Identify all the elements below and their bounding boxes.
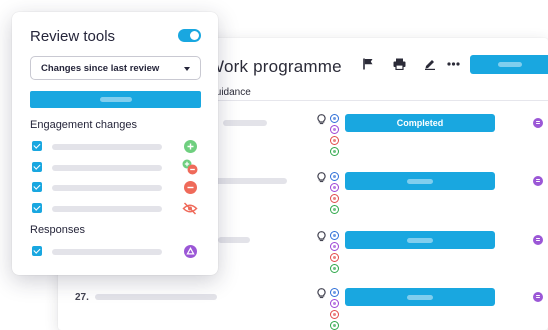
engagement-icons: [330, 231, 340, 275]
select-value: Changes since last review: [41, 63, 160, 74]
preparer-icon[interactable]: [330, 114, 339, 123]
reviewer-icon[interactable]: [330, 125, 339, 134]
section-heading-engagement: Engagement changes: [30, 119, 138, 131]
filter-checkbox[interactable]: [32, 203, 42, 213]
button-label-placeholder: [498, 62, 522, 67]
chevron-down-icon: [184, 67, 190, 71]
preparer-icon[interactable]: [330, 231, 339, 240]
note-icon[interactable]: [533, 176, 543, 186]
row-text-placeholder: [223, 120, 267, 126]
note-icon[interactable]: [533, 118, 543, 128]
review-filter-select[interactable]: Changes since last review: [30, 56, 201, 80]
query-icon[interactable]: [330, 310, 339, 319]
filter-label-placeholder: [52, 185, 162, 191]
filter-item: [30, 245, 201, 259]
add-remove-icon: [181, 158, 199, 176]
filter-checkbox[interactable]: [32, 246, 42, 256]
button-label-placeholder: [100, 97, 132, 102]
review-tools-panel: Review tools Changes since last review E…: [12, 12, 218, 275]
filter-checkbox[interactable]: [32, 162, 42, 172]
status-button[interactable]: [345, 231, 495, 249]
query-icon[interactable]: [330, 253, 339, 262]
lightbulb-icon[interactable]: [317, 288, 326, 299]
add-icon: [184, 140, 197, 153]
button-label-placeholder: [407, 178, 433, 184]
preparer-icon[interactable]: [330, 288, 339, 297]
lightbulb-icon[interactable]: [317, 172, 326, 183]
print-icon[interactable]: [393, 58, 406, 70]
engagement-icons: [330, 288, 340, 330]
primary-action-button[interactable]: [470, 55, 548, 74]
filter-label-placeholder: [52, 249, 162, 255]
preparer-icon[interactable]: [330, 172, 339, 181]
status-button[interactable]: [345, 288, 495, 306]
pen-icon[interactable]: [424, 58, 436, 70]
section-heading-responses: Responses: [30, 224, 86, 236]
status-button[interactable]: Completed: [345, 114, 495, 132]
reviewer-icon[interactable]: [330, 299, 339, 308]
button-label-placeholder: [407, 294, 433, 300]
page-title: Work programme: [208, 57, 342, 76]
remove-icon: [184, 181, 197, 194]
filter-label-placeholder: [52, 165, 162, 171]
panel-title: Review tools: [30, 28, 116, 45]
lightbulb-icon[interactable]: [317, 231, 326, 242]
row-text-placeholder: [218, 237, 250, 243]
reviewer-icon[interactable]: [330, 183, 339, 192]
query-icon[interactable]: [330, 194, 339, 203]
button-label-placeholder: [407, 237, 433, 243]
note-icon[interactable]: [533, 235, 543, 245]
filter-item: [30, 202, 201, 216]
reviewer-icon[interactable]: [330, 242, 339, 251]
row-number: 27.: [75, 292, 89, 303]
signoff-icon[interactable]: [330, 321, 339, 330]
flag-icon[interactable]: [363, 58, 374, 70]
review-tools-toggle[interactable]: [178, 29, 201, 42]
filter-item: [30, 140, 201, 154]
signoff-icon[interactable]: [330, 205, 339, 214]
query-icon[interactable]: [330, 136, 339, 145]
filter-label-placeholder: [52, 144, 162, 150]
signoff-icon[interactable]: [330, 147, 339, 156]
triangle-alert-icon: [184, 245, 197, 258]
lightbulb-icon[interactable]: [317, 114, 326, 125]
hidden-icon: [182, 202, 198, 215]
table-row: 27.: [58, 288, 548, 330]
note-icon[interactable]: [533, 292, 543, 302]
row-text-placeholder: [95, 294, 217, 300]
filter-label-placeholder: [52, 206, 162, 212]
apply-button[interactable]: [30, 91, 201, 108]
filter-item: [30, 158, 201, 176]
signoff-icon[interactable]: [330, 264, 339, 273]
filter-item: [30, 181, 201, 195]
engagement-icons: [330, 114, 340, 158]
status-button[interactable]: [345, 172, 495, 190]
more-icon[interactable]: [447, 62, 460, 66]
filter-checkbox[interactable]: [32, 182, 42, 192]
engagement-icons: [330, 172, 340, 216]
toggle-knob: [190, 31, 199, 40]
filter-checkbox[interactable]: [32, 141, 42, 151]
